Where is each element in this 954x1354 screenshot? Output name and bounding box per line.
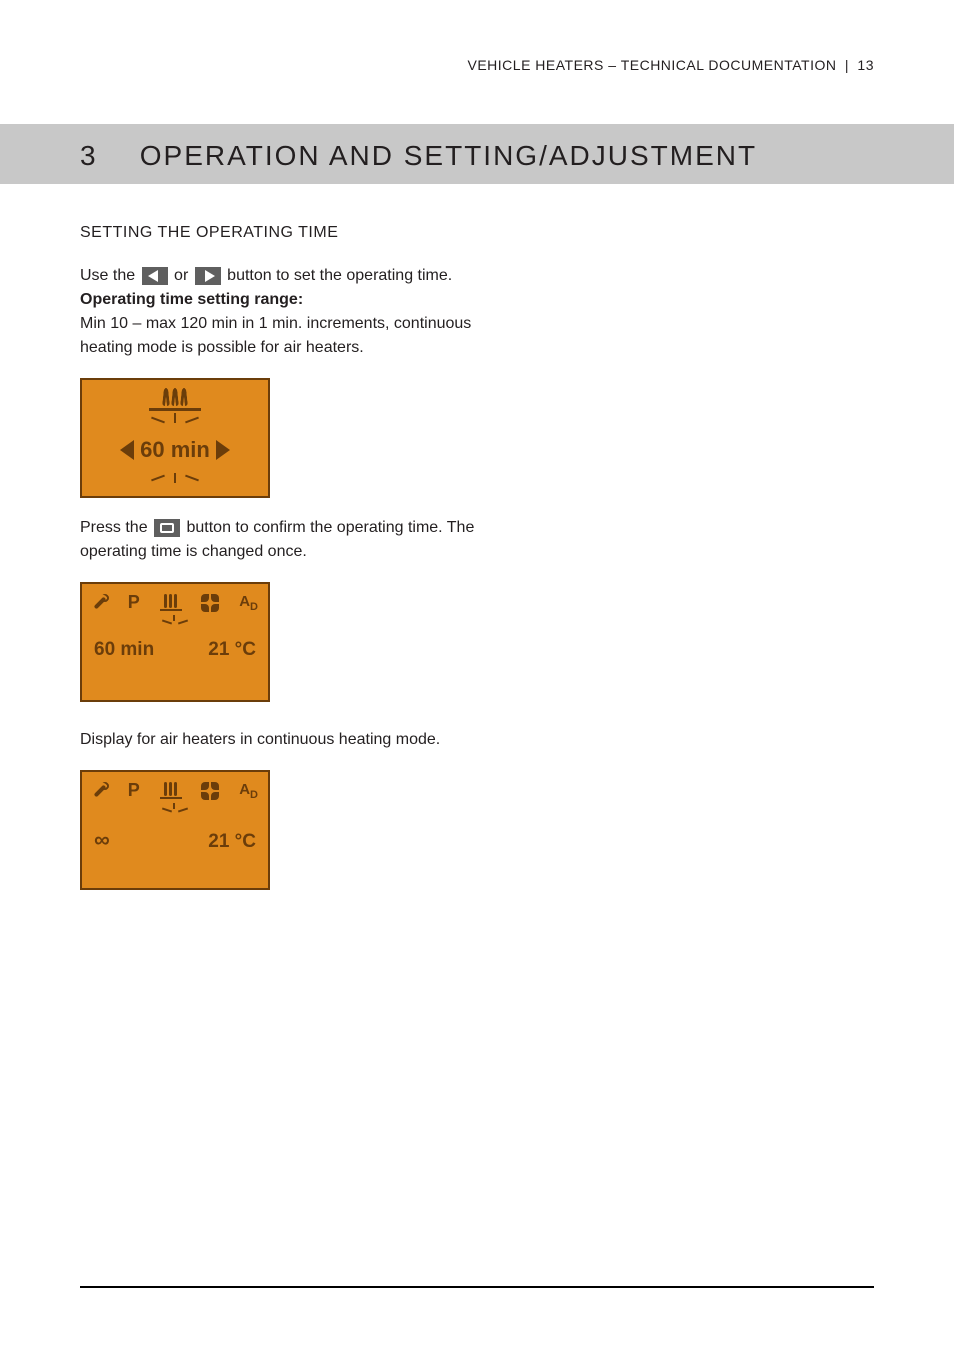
status-icon-row: P AD	[82, 772, 268, 801]
range-label: Operating time setting range:	[80, 288, 500, 312]
ad-a: A	[239, 593, 250, 610]
infinity-icon: ∞	[94, 827, 110, 853]
header-text: VEHICLE HEATERS – TECHNICAL DOCUMENTATIO…	[468, 57, 837, 73]
display-continuous: P AD ∞ 21 °C	[80, 770, 270, 890]
header-divider: |	[841, 57, 853, 73]
heating-icon	[160, 594, 182, 611]
right-arrow-icon	[195, 267, 221, 285]
range-text: Min 10 – max 120 min in 1 min. increment…	[80, 312, 500, 360]
text-fragment: Use the	[80, 267, 140, 284]
increase-arrow-icon	[216, 440, 230, 460]
page: VEHICLE HEATERS – TECHNICAL DOCUMENTATIO…	[0, 0, 954, 1354]
ad-d: D	[250, 601, 258, 613]
temperature-value: 21 °C	[208, 831, 256, 853]
time-value: 60 min	[94, 639, 154, 661]
section-title-text: OPERATION AND SETTING/ADJUSTMENT	[140, 140, 757, 171]
instruction-confirm: Press the button to confirm the operatin…	[80, 516, 500, 564]
text-fragment: button to set the operating time.	[227, 267, 452, 284]
fan-icon	[201, 594, 219, 612]
heating-underline	[149, 408, 201, 411]
status-icon-row: P AD	[82, 584, 268, 613]
direction-rays-bottom-icon	[145, 465, 205, 483]
section-heading-bar: 3 OPERATION AND SETTING/ADJUSTMENT	[0, 124, 954, 184]
value-row: ∞ 21 °C	[82, 815, 268, 863]
wrench-icon	[92, 595, 108, 611]
heating-icon	[160, 782, 182, 799]
caption-continuous: Display for air heaters in continuous he…	[80, 728, 500, 752]
text-fragment: Press the	[80, 519, 152, 536]
program-p-icon: P	[128, 592, 140, 613]
wrench-icon	[92, 783, 108, 799]
subheading: SETTING THE OPERATING TIME	[80, 224, 874, 242]
fan-icon	[201, 782, 219, 800]
text-fragment: or	[174, 267, 193, 284]
instruction-set-time: Use the or button to set the operating t…	[80, 264, 500, 288]
left-arrow-icon	[142, 267, 168, 285]
display-set-time: 60 min	[80, 378, 270, 498]
temperature-value: 21 °C	[208, 639, 256, 661]
page-number: 13	[857, 57, 874, 73]
decrease-arrow-icon	[120, 440, 134, 460]
display-confirmed: P AD 60 min 21 °C	[80, 582, 270, 702]
program-p-icon: P	[128, 780, 140, 801]
rays-icon	[160, 615, 190, 627]
ad-indicator: AD	[239, 781, 258, 801]
ad-indicator: AD	[239, 593, 258, 613]
ad-d: D	[250, 789, 258, 801]
section-title: 3 OPERATION AND SETTING/ADJUSTMENT	[80, 140, 874, 172]
confirm-button-icon	[154, 519, 180, 537]
direction-rays-icon	[145, 413, 205, 441]
rays-icon	[160, 803, 190, 815]
heating-icon	[82, 380, 268, 406]
running-header: VEHICLE HEATERS – TECHNICAL DOCUMENTATIO…	[468, 57, 875, 73]
section-number: 3	[80, 140, 130, 172]
footer-rule	[80, 1286, 874, 1288]
value-row: 60 min 21 °C	[82, 627, 268, 671]
ad-a: A	[239, 781, 250, 798]
